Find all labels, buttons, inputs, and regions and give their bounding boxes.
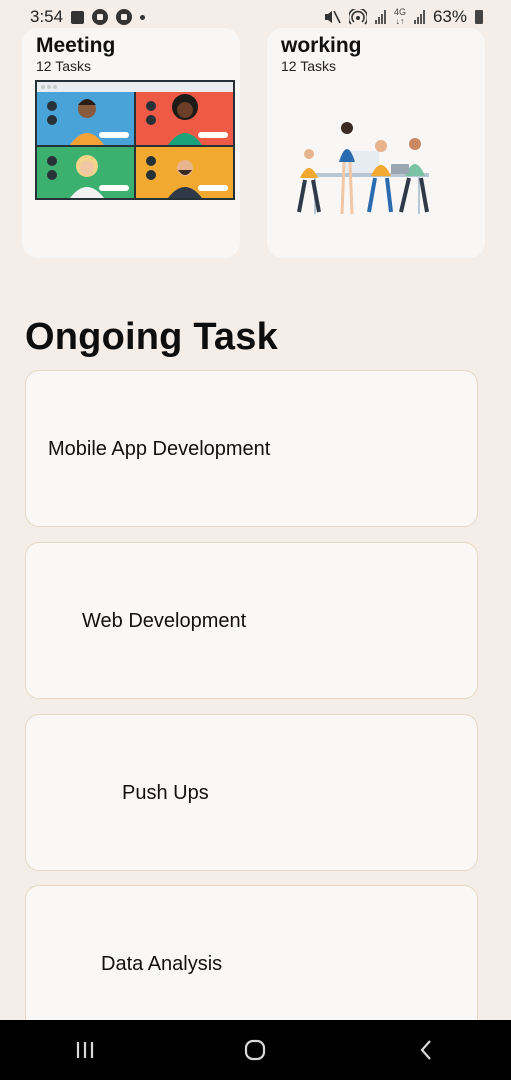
task-card-push-ups[interactable]: Push Ups: [25, 714, 478, 871]
category-title: Meeting: [36, 34, 116, 57]
task-label: Mobile App Development: [48, 438, 271, 460]
home-icon: [245, 1039, 266, 1061]
mute-icon: [324, 10, 341, 24]
ongoing-task-title: Ongoing Task: [25, 316, 278, 358]
task-label: Web Development: [82, 610, 247, 632]
video-call-illustration: [35, 80, 235, 200]
category-card-meeting[interactable]: Meeting 12 Tasks: [22, 28, 240, 258]
team-working-illustration: [297, 122, 429, 215]
category-card-working[interactable]: working 12 Tasks: [267, 28, 485, 258]
task-label: Data Analysis: [101, 953, 223, 975]
back-icon: [420, 1040, 431, 1060]
battery-icon: [475, 10, 483, 24]
signal-icon-2: [413, 10, 425, 24]
signal-icon: [374, 10, 386, 24]
back-button[interactable]: [386, 1020, 466, 1080]
gallery-notification-icon: [71, 10, 85, 24]
task-card-web-development[interactable]: Web Development: [25, 542, 478, 699]
status-time: 3:54: [30, 7, 64, 26]
more-notifications-icon: [140, 14, 146, 20]
recents-button[interactable]: [45, 1020, 125, 1080]
category-count: 12 Tasks: [281, 58, 336, 74]
status-bar: 3:54 4G ↓↑ 63%: [0, 0, 511, 34]
status-left: 3:54: [30, 7, 146, 27]
task-card-data-analysis[interactable]: Data Analysis: [25, 885, 478, 1042]
recents-icon: [77, 1042, 94, 1058]
hotspot-icon: [348, 9, 367, 25]
system-nav-bar: [0, 1020, 511, 1080]
task-label: Push Ups: [122, 782, 209, 804]
task-card-mobile-app-development[interactable]: Mobile App Development: [25, 370, 478, 527]
network-type-icon: 4G ↓↑: [393, 7, 406, 26]
soccer-notification-icon: [92, 9, 109, 25]
network-label: 4G: [393, 7, 406, 17]
soccer-notification-icon-2: [116, 9, 133, 25]
category-count: 12 Tasks: [36, 58, 91, 74]
home-button[interactable]: [215, 1020, 295, 1080]
status-right: 4G ↓↑ 63%: [323, 7, 483, 27]
battery-percent: 63%: [432, 7, 467, 26]
category-title: working: [281, 34, 362, 57]
